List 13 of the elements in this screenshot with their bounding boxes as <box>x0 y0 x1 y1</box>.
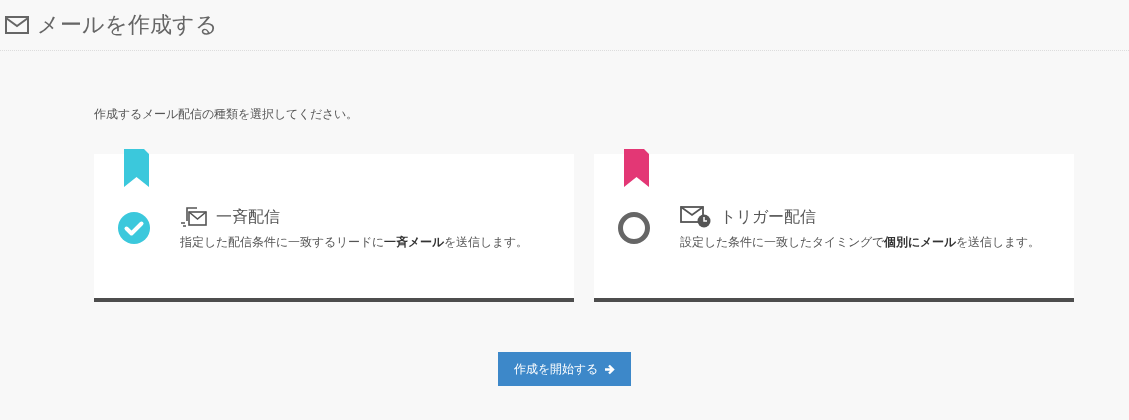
mail-icon <box>5 16 29 34</box>
radio-circle-icon[interactable] <box>618 212 650 244</box>
option-description: 設定した条件に一致したタイミングで個別にメールを送信します。 <box>680 234 1040 251</box>
instruction-text: 作成するメール配信の種類を選択してください。 <box>94 106 359 123</box>
option-title: 一斉配信 <box>216 206 280 228</box>
option-description: 指定した配信条件に一致するリードに一斉メールを送信します。 <box>180 234 528 251</box>
arrow-right-icon <box>604 363 615 375</box>
option-title: トリガー配信 <box>720 206 816 228</box>
mail-stack-icon <box>180 206 208 228</box>
page-title: メールを作成する <box>37 11 218 39</box>
checkmark-icon[interactable] <box>118 212 150 244</box>
start-button[interactable]: 作成を開始する <box>498 352 631 386</box>
mail-clock-icon <box>680 206 712 228</box>
